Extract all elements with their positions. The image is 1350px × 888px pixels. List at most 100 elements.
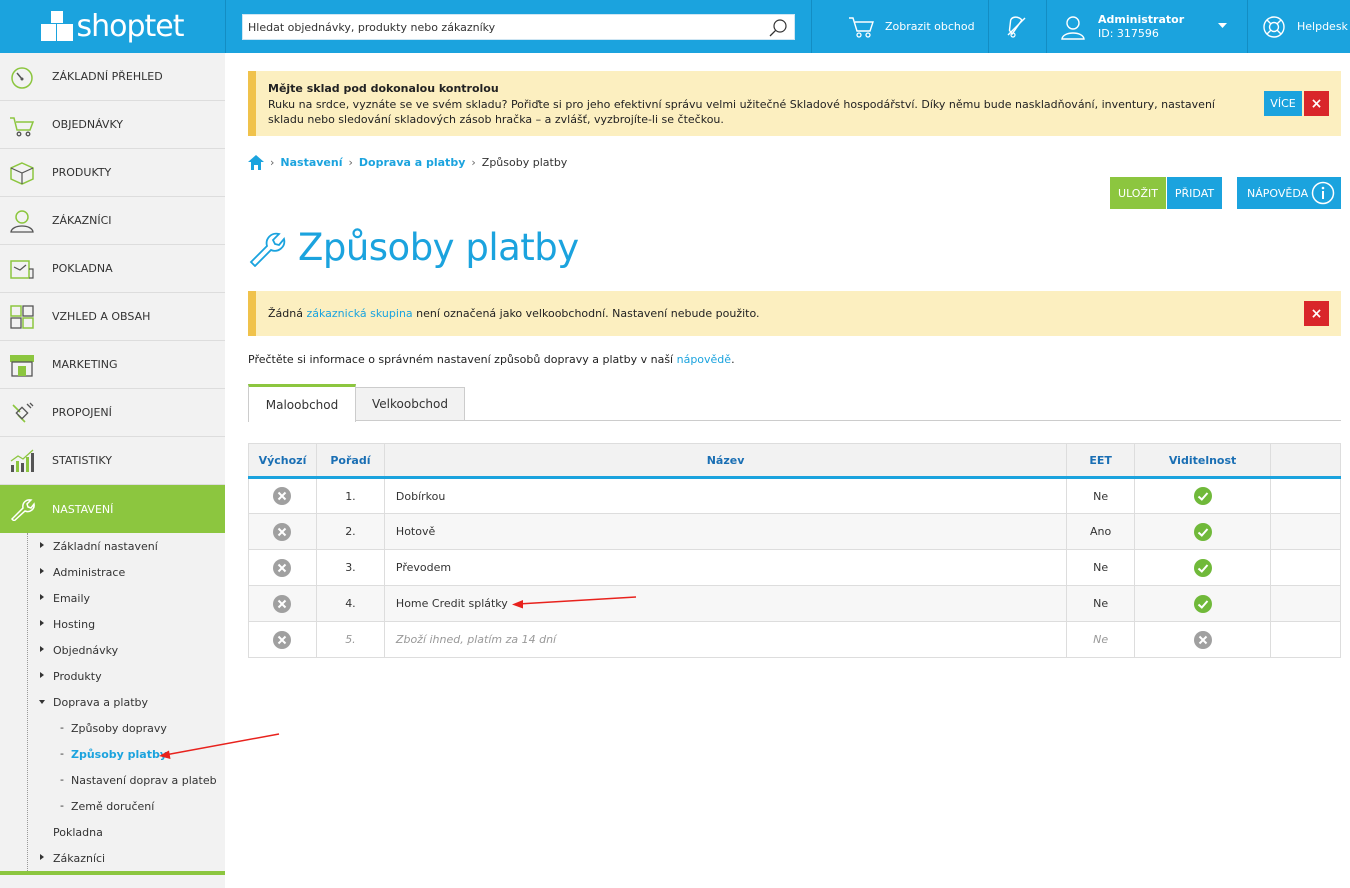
row-order: 4.: [315, 585, 385, 622]
customer-group-link[interactable]: zákaznická skupina: [306, 307, 412, 320]
subnav-label: Administrace: [53, 565, 126, 579]
row-eet: Ano: [1066, 513, 1136, 550]
sidebar-item-appearance[interactable]: VZHLED A OBSAH: [0, 293, 225, 341]
table-row[interactable]: 3. Převodem Ne: [248, 549, 1341, 586]
not-default-icon[interactable]: [273, 558, 292, 577]
page-title: Způsoby platby: [298, 226, 579, 269]
notifications-button[interactable]: [1003, 0, 1031, 53]
admin-id: ID: 317596: [1098, 26, 1159, 40]
tab-wholesale[interactable]: Velkoobchod: [355, 387, 465, 421]
chevron-down-icon[interactable]: [1218, 23, 1227, 29]
show-shop-button[interactable]: Zobrazit obchod: [848, 0, 975, 53]
row-name[interactable]: Dobírkou: [383, 477, 1068, 514]
search-box[interactable]: [242, 14, 795, 40]
table-row[interactable]: 4. Home Credit splátky Ne: [248, 585, 1341, 622]
row-name[interactable]: Převodem: [383, 549, 1068, 586]
grid-icon: [10, 305, 34, 329]
sidebar-item-customers[interactable]: ZÁKAZNÍCI: [0, 197, 225, 245]
sidebar-item-integrations[interactable]: PROPOJENÍ: [0, 389, 225, 437]
logo-mark-icon: [41, 10, 74, 43]
subnav-customers[interactable]: Zákazníci: [0, 845, 225, 871]
sidebar-item-label: ZÁKLADNÍ PŘEHLED: [52, 70, 163, 83]
row-actions: [1270, 477, 1341, 514]
subnav-register[interactable]: Pokladna: [0, 819, 225, 845]
subnav-delivery-countries[interactable]: - Země doručení: [0, 793, 225, 819]
col-name[interactable]: Název: [383, 443, 1068, 479]
sidebar-item-marketing[interactable]: MARKETING: [0, 341, 225, 389]
subnav-shipping-payments[interactable]: Doprava a platby: [0, 689, 225, 715]
search-input[interactable]: [243, 15, 753, 39]
table-row[interactable]: 5. Zboží ihned, platím za 14 dní Ne: [248, 621, 1341, 658]
subnav-shipping-methods[interactable]: - Způsoby dopravy: [0, 715, 225, 741]
subnav-hosting[interactable]: Hosting: [0, 611, 225, 637]
row-eet: Ne: [1066, 621, 1136, 658]
warning-prefix: Žádná: [268, 307, 307, 320]
user-icon: [1061, 15, 1085, 40]
promo-more-button[interactable]: VÍCE: [1264, 91, 1302, 116]
visible-check-icon[interactable]: [1193, 522, 1212, 541]
subnav-shipping-payment-settings[interactable]: - Nastavení doprav a plateb: [0, 767, 225, 793]
sidebar-item-orders[interactable]: OBJEDNÁVKY: [0, 101, 225, 149]
visible-check-icon[interactable]: [1193, 558, 1212, 577]
row-eet: Ne: [1066, 585, 1136, 622]
help-link[interactable]: nápovědě: [677, 353, 731, 366]
promo-text: Ruku na srdce, vyznáte se ve svém skladu…: [268, 98, 1215, 126]
subnav-emails[interactable]: Emaily: [0, 585, 225, 611]
not-default-icon[interactable]: [273, 522, 292, 541]
info-icon: [1311, 181, 1335, 205]
shoptet-logo[interactable]: shoptet: [0, 0, 225, 53]
promo-title: Mějte sklad pod dokonalou kontrolou: [268, 82, 499, 95]
helpdesk-button[interactable]: Helpdesk: [1262, 0, 1348, 53]
warning-banner: Žádná zákaznická skupina není označená j…: [248, 291, 1341, 336]
col-visibility[interactable]: Viditelnost: [1134, 443, 1272, 479]
tab-retail[interactable]: Maloobchod: [248, 384, 356, 422]
bell-icon: [1007, 15, 1026, 38]
admin-menu[interactable]: Administrator ID: 317596: [1060, 0, 1227, 53]
subnav-basic-settings[interactable]: Základní nastavení: [0, 533, 225, 559]
row-order: 5.: [315, 621, 385, 658]
subnav-products[interactable]: Produkty: [0, 663, 225, 689]
row-name[interactable]: Hotově: [383, 513, 1068, 550]
search-icon[interactable]: [768, 18, 788, 38]
breadcrumb: › Nastavení › Doprava a platby › Způsoby…: [248, 154, 567, 170]
subnav-orders[interactable]: Objednávky: [0, 637, 225, 663]
sidebar-item-products[interactable]: PRODUKTY: [0, 149, 225, 197]
warning-close-button[interactable]: ×: [1304, 301, 1329, 326]
hidden-x-icon[interactable]: [1193, 630, 1212, 649]
row-actions: [1270, 513, 1341, 550]
sidebar-item-statistics[interactable]: STATISTIKY: [0, 437, 225, 485]
store-icon: [10, 355, 34, 377]
plug-icon: [12, 402, 34, 423]
promo-close-button[interactable]: ×: [1304, 91, 1329, 116]
visible-check-icon[interactable]: [1193, 487, 1212, 505]
table-row[interactable]: 2. Hotově Ano: [248, 513, 1341, 550]
col-default[interactable]: Výchozí: [248, 443, 317, 479]
row-name[interactable]: Zboží ihned, platím za 14 dní: [383, 621, 1068, 658]
subnav-payment-methods[interactable]: - Způsoby platby: [0, 741, 225, 767]
subnav-administration[interactable]: Administrace: [0, 559, 225, 585]
sidebar-item-settings[interactable]: NASTAVENÍ: [0, 485, 225, 533]
sidebar-item-register[interactable]: POKLADNA: [0, 245, 225, 293]
not-default-icon[interactable]: [273, 630, 292, 649]
row-name[interactable]: Home Credit splátky: [383, 585, 1068, 622]
home-icon[interactable]: [248, 154, 264, 170]
sidebar-item-dashboard[interactable]: ZÁKLADNÍ PŘEHLED: [0, 53, 225, 101]
breadcrumb-link-settings[interactable]: Nastavení: [280, 156, 342, 169]
help-label: NÁPOVĚDA: [1247, 186, 1309, 200]
settings-subnav: Základní nastavení Administrace Emaily H…: [0, 533, 225, 873]
speedometer-icon: [11, 67, 33, 89]
visible-check-icon[interactable]: [1193, 594, 1212, 613]
subnav-label: Objednávky: [53, 643, 119, 657]
table-header-row: Výchozí Pořadí Název EET Viditelnost: [248, 443, 1341, 479]
col-order[interactable]: Pořadí: [315, 443, 385, 479]
not-default-icon[interactable]: [273, 594, 292, 613]
add-button[interactable]: PŘIDAT: [1167, 177, 1222, 209]
sidebar-item-label: PROPOJENÍ: [52, 406, 112, 419]
col-eet[interactable]: EET: [1066, 443, 1136, 479]
help-button[interactable]: NÁPOVĚDA: [1237, 177, 1341, 209]
not-default-icon[interactable]: [273, 487, 292, 505]
breadcrumb-link-shipping[interactable]: Doprava a platby: [359, 156, 465, 169]
table-row[interactable]: 1. Dobírkou Ne: [248, 477, 1341, 514]
wrench-icon: [249, 232, 286, 267]
save-button[interactable]: ULOŽIT: [1110, 177, 1166, 209]
